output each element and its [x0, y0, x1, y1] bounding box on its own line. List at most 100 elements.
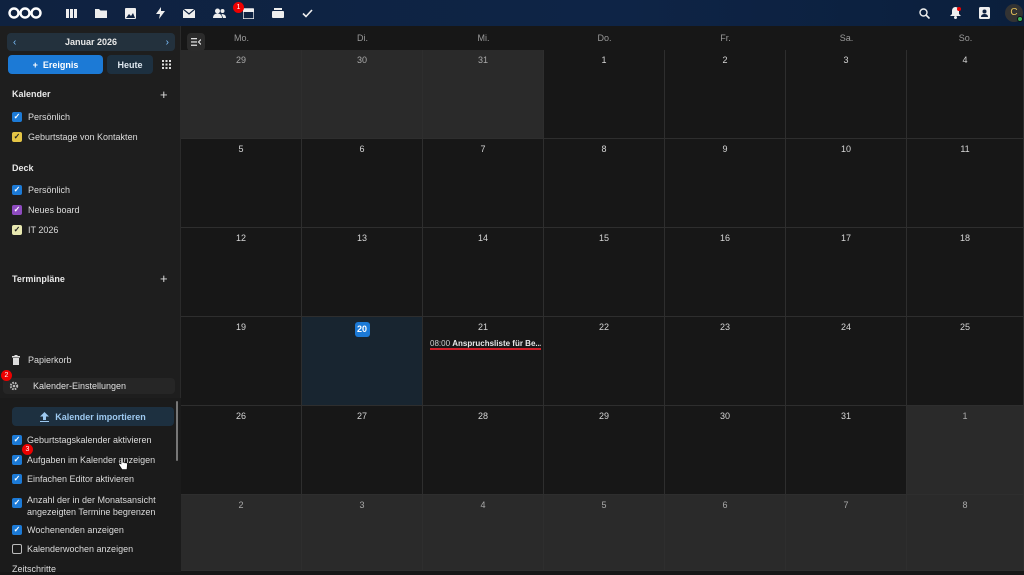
search-icon[interactable] — [915, 4, 933, 22]
calendar-settings-button[interactable]: Kalender-Einstellungen — [3, 378, 175, 394]
day-cell[interactable]: 30 — [302, 50, 423, 139]
day-number[interactable]: 28 — [423, 411, 543, 421]
day-cell[interactable]: 5 — [544, 495, 665, 571]
day-number[interactable]: 4 — [423, 500, 543, 510]
chevron-right-icon[interactable]: › — [166, 37, 169, 48]
day-number[interactable]: 6 — [302, 144, 422, 154]
day-number[interactable]: 22 — [544, 322, 664, 332]
day-cell[interactable]: 16 — [665, 228, 786, 317]
deck-item-personal[interactable]: ✓ Persönlich — [12, 183, 70, 197]
day-cell[interactable]: 8 — [907, 495, 1024, 571]
day-cell[interactable]: 6 — [665, 495, 786, 571]
option-simple-editor[interactable]: ✓ Einfachen Editor aktivieren — [12, 473, 172, 485]
day-number[interactable]: 8 — [907, 500, 1023, 510]
notifications-bell-icon[interactable] — [946, 4, 964, 22]
calendar-event[interactable]: 08:00 Anspruchsliste für Be... — [430, 339, 541, 350]
day-number[interactable]: 9 — [665, 144, 785, 154]
chevron-left-icon[interactable]: ‹ — [13, 37, 16, 48]
day-cell[interactable]: 13 — [302, 228, 423, 317]
option-limit-events[interactable]: ✓ Anzahl der in der Monatsansicht angeze… — [12, 494, 172, 518]
calendar-item-birthdays[interactable]: ✓ Geburtstage von Kontakten — [12, 130, 138, 144]
option-show-week-numbers[interactable]: Kalenderwochen anzeigen — [12, 543, 172, 555]
day-number[interactable]: 31 — [786, 411, 906, 421]
sidebar-scrollbar[interactable] — [176, 401, 178, 461]
day-cell[interactable]: 17 — [786, 228, 907, 317]
checkbox-unchecked-icon[interactable] — [12, 544, 22, 554]
day-cell[interactable]: 27 — [302, 406, 423, 495]
day-cell[interactable]: 29 — [544, 406, 665, 495]
checkbox-checked-icon[interactable]: ✓ — [12, 205, 22, 215]
day-number[interactable]: 2 — [665, 55, 785, 65]
day-cell[interactable]: 22 — [544, 317, 665, 406]
checkbox-checked-icon[interactable]: ✓ — [12, 185, 22, 195]
day-number[interactable]: 30 — [302, 55, 422, 65]
day-cell[interactable]: 1 — [907, 406, 1024, 495]
day-number[interactable]: 24 — [786, 322, 906, 332]
day-cell[interactable]: 11 — [907, 139, 1024, 228]
add-calendar-plus-icon[interactable]: + — [160, 88, 168, 101]
user-avatar[interactable]: C — [1005, 4, 1023, 22]
day-number[interactable]: 17 — [786, 233, 906, 243]
day-cell[interactable]: 2 — [181, 495, 302, 571]
day-cell[interactable]: 31 — [786, 406, 907, 495]
day-number[interactable]: 7 — [786, 500, 906, 510]
today-day-badge[interactable]: 20 — [354, 322, 370, 337]
day-cell[interactable]: 4 — [907, 50, 1024, 139]
checkbox-checked-icon[interactable]: ✓ — [12, 435, 22, 445]
new-event-button[interactable]: + Ereignis — [8, 55, 103, 74]
checkbox-checked-icon[interactable]: ✓ — [12, 225, 22, 235]
day-cell[interactable]: 28 — [423, 406, 544, 495]
day-cell[interactable]: 31 — [423, 50, 544, 139]
day-cell[interactable]: 3 — [302, 495, 423, 571]
day-number[interactable]: 18 — [907, 233, 1023, 243]
contacts-menu-icon[interactable] — [975, 4, 993, 22]
day-number[interactable]: 11 — [907, 144, 1023, 154]
day-cell[interactable]: 14 — [423, 228, 544, 317]
day-cell[interactable]: 10 — [786, 139, 907, 228]
activity-icon[interactable] — [151, 4, 169, 22]
import-calendar-button[interactable]: Kalender importieren — [12, 407, 174, 426]
day-number[interactable]: 27 — [302, 411, 422, 421]
dashboard-icon[interactable] — [62, 4, 80, 22]
day-number[interactable]: 5 — [544, 500, 664, 510]
deck-icon[interactable] — [269, 4, 287, 22]
day-cell[interactable]: 1 — [544, 50, 665, 139]
month-picker[interactable]: ‹ Januar 2026 › — [7, 33, 175, 51]
today-button[interactable]: Heute — [107, 55, 153, 74]
day-cell[interactable]: 19 — [181, 317, 302, 406]
day-cell[interactable]: 8 — [544, 139, 665, 228]
checkbox-checked-icon[interactable]: ✓ — [12, 132, 22, 142]
day-cell[interactable]: 15 — [544, 228, 665, 317]
toggle-sidebar-button[interactable] — [187, 33, 205, 51]
view-switcher-grid-icon[interactable] — [157, 55, 176, 74]
day-number[interactable]: 29 — [544, 411, 664, 421]
day-cell[interactable]: 30 — [665, 406, 786, 495]
day-number[interactable]: 4 — [907, 55, 1023, 65]
day-cell[interactable]: 29 — [181, 50, 302, 139]
checkbox-checked-icon[interactable]: ✓ — [12, 525, 22, 535]
option-birthday-calendar[interactable]: ✓ Geburtstagskalender aktivieren — [12, 434, 172, 446]
day-cell[interactable]: 2 — [665, 50, 786, 139]
day-number[interactable]: 29 — [181, 55, 301, 65]
day-cell[interactable]: 9 — [665, 139, 786, 228]
checkbox-checked-icon[interactable]: ✓ — [12, 474, 22, 484]
day-number[interactable]: 3 — [786, 55, 906, 65]
day-number[interactable]: 26 — [181, 411, 301, 421]
calendar-item-personal[interactable]: ✓ Persönlich — [12, 110, 70, 124]
deck-item-neues-board[interactable]: ✓ Neues board — [12, 203, 80, 217]
option-show-weekends[interactable]: ✓ Wochenenden anzeigen — [12, 524, 172, 536]
day-number[interactable]: 10 — [786, 144, 906, 154]
day-number[interactable]: 6 — [665, 500, 785, 510]
day-number[interactable]: 3 — [302, 500, 422, 510]
day-cell[interactable]: 25 — [907, 317, 1024, 406]
trash-button[interactable]: Papierkorb — [12, 355, 72, 365]
photos-icon[interactable] — [121, 4, 139, 22]
day-cell[interactable]: 5 — [181, 139, 302, 228]
day-number[interactable]: 20 — [302, 322, 422, 337]
day-number[interactable]: 1 — [544, 55, 664, 65]
day-cell[interactable]: 4 — [423, 495, 544, 571]
files-icon[interactable] — [92, 4, 110, 22]
day-cell[interactable]: 6 — [302, 139, 423, 228]
day-cell[interactable]: 7 — [786, 495, 907, 571]
tasks-icon[interactable] — [298, 4, 316, 22]
